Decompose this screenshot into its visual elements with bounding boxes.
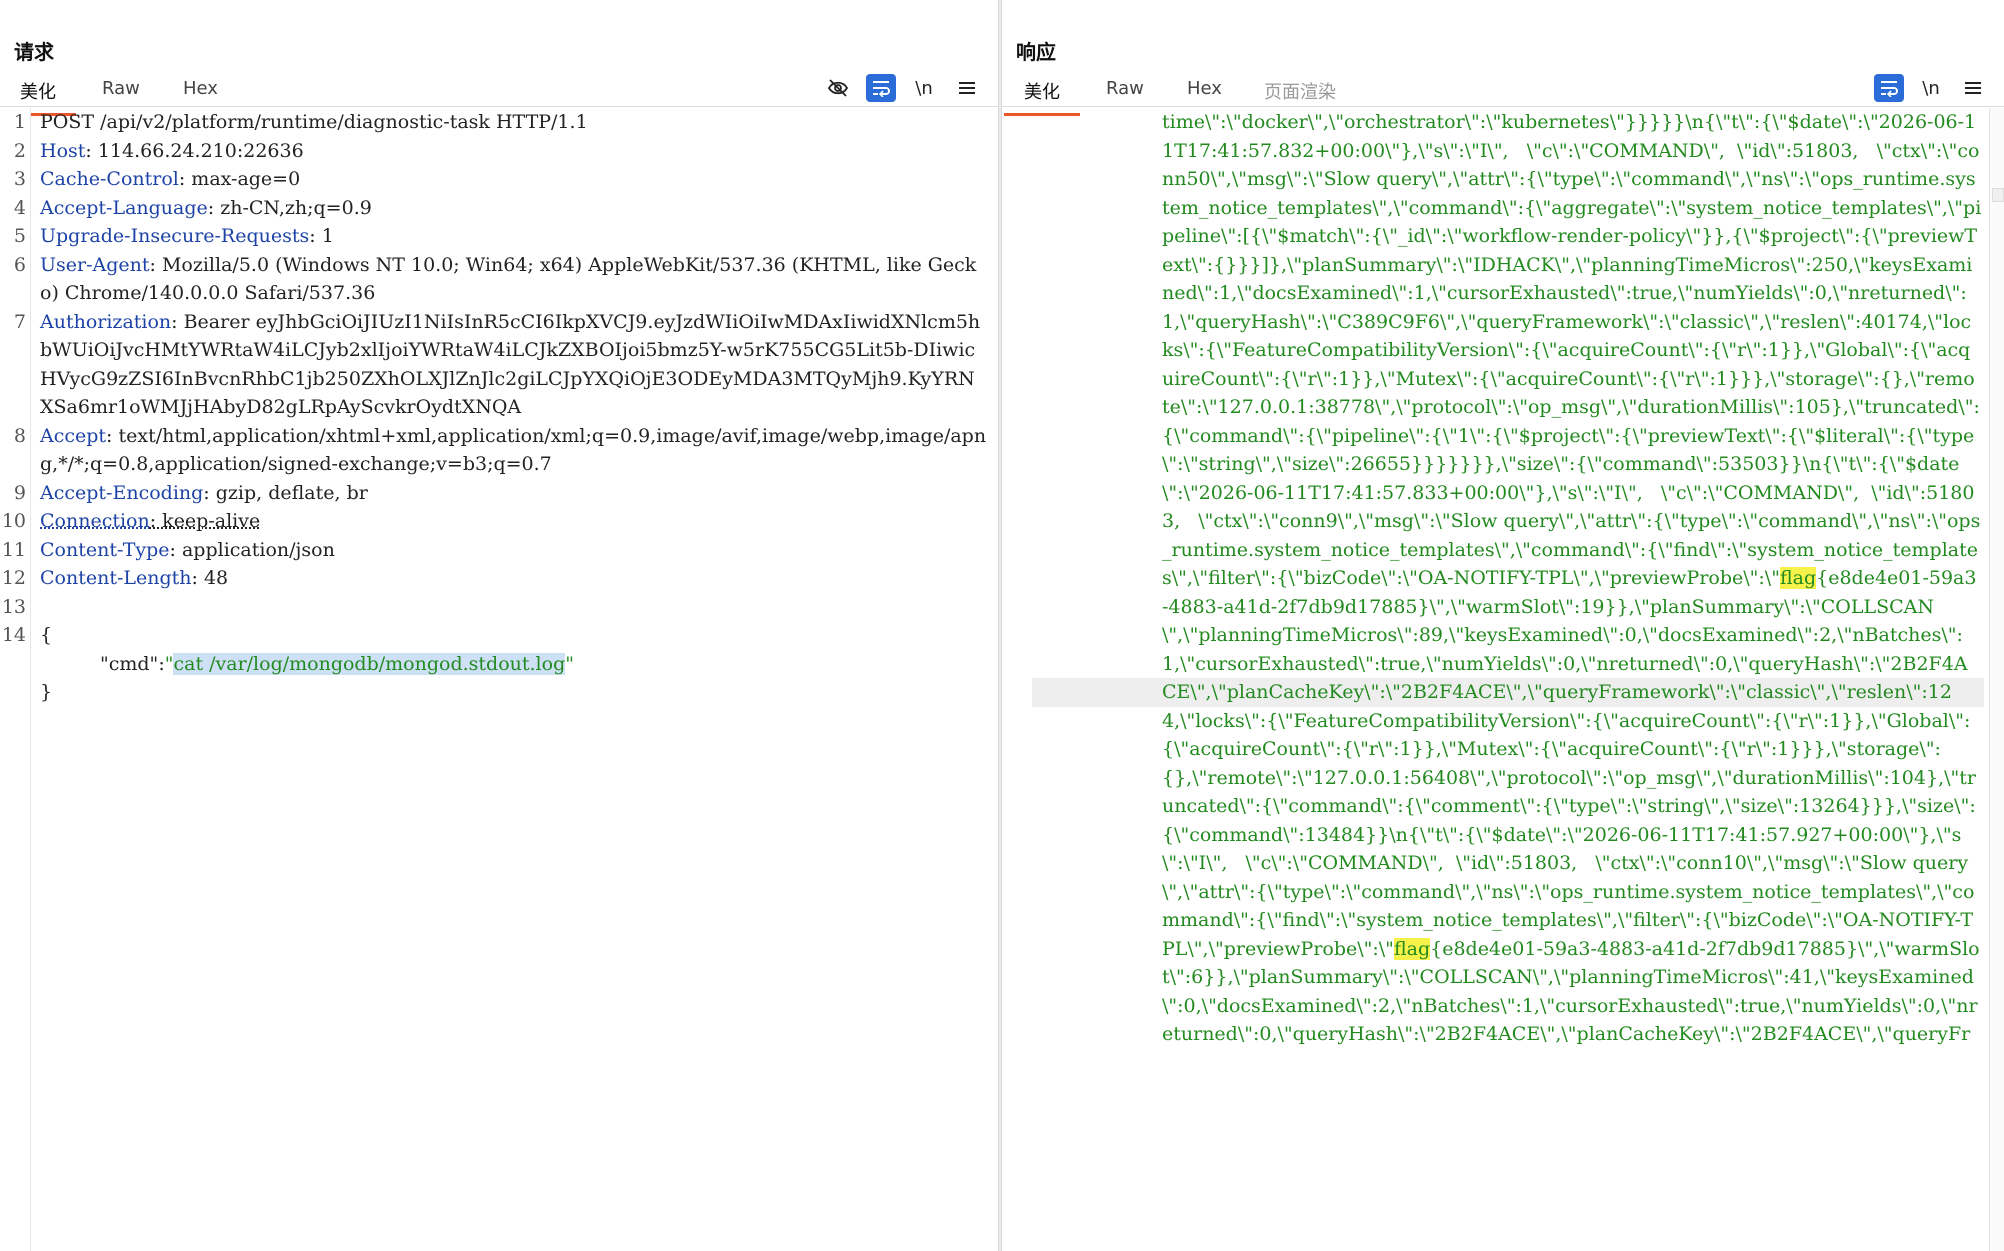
code-line: 1 POST /api/v2/platform/runtime/diagnosti… bbox=[13, 111, 588, 133]
menu-icon[interactable] bbox=[1958, 74, 1988, 102]
code-line: 14{ bbox=[1, 624, 53, 646]
code-line: 5 Upgrade-Insecure-Requests: 1 bbox=[13, 225, 334, 247]
code-line: 7 Authorization: Bearer eyJhbGciOiJIUzI1N… bbox=[13, 310, 981, 419]
tab-raw[interactable]: Raw bbox=[102, 78, 140, 107]
flag-highlight: flag bbox=[1779, 567, 1817, 589]
newline-icon[interactable]: \n bbox=[1916, 74, 1946, 102]
tab-pretty[interactable]: 美化 bbox=[0, 78, 76, 116]
tab-hex[interactable]: Hex bbox=[1187, 78, 1222, 107]
code-line: 8 Accept: text/html,application/xhtml+xml… bbox=[13, 424, 987, 476]
code-line: } bbox=[40, 681, 53, 703]
newline-icon[interactable]: \n bbox=[909, 74, 939, 102]
scrollbar-thumb[interactable] bbox=[1992, 188, 2004, 202]
eye-off-icon[interactable] bbox=[823, 74, 853, 102]
code-line: 4 Accept-Language: zh-CN,zh;q=0.9 bbox=[13, 196, 372, 219]
newline-label: \n bbox=[1922, 77, 1940, 99]
request-pane: 请求 美化 Raw Hex \n 1 POST /api/v2/platform/… bbox=[0, 0, 998, 1251]
selected-command[interactable]: cat /var/log/mongodb/mongod.stdout.log bbox=[173, 652, 566, 675]
tab-pretty[interactable]: 美化 bbox=[1004, 78, 1080, 116]
code-line: 12 Content-Length: 48 bbox=[1, 567, 229, 589]
vertical-scrollbar[interactable] bbox=[1989, 108, 2004, 1251]
json-body-line: "cmd":"cat /var/log/mongodb/mongod.stdou… bbox=[100, 652, 574, 675]
code-line: 9 Accept-Encoding: gzip, deflate, br bbox=[13, 481, 368, 504]
request-editor[interactable]: 1 POST /api/v2/platform/runtime/diagnosti… bbox=[0, 108, 998, 1251]
code-line: 3 Cache-Control: max-age=0 bbox=[13, 168, 301, 190]
response-title: 响应 bbox=[1016, 40, 1056, 64]
menu-icon[interactable] bbox=[952, 74, 982, 102]
code-line: 13 bbox=[1, 595, 26, 618]
newline-label: \n bbox=[915, 77, 933, 99]
flag-highlight: flag bbox=[1393, 937, 1431, 960]
response-editor[interactable]: time\":\"docker\",\"orchestrator\":\"kub… bbox=[1002, 108, 2004, 1251]
tab-hex[interactable]: Hex bbox=[183, 78, 218, 107]
request-code: 1 POST /api/v2/platform/runtime/diagnosti… bbox=[0, 108, 998, 707]
tab-raw[interactable]: Raw bbox=[1106, 78, 1144, 107]
code-line: 10 Connection: keep-alive bbox=[1, 510, 261, 532]
request-title: 请求 bbox=[14, 40, 54, 64]
code-line: 11 Content-Type: application/json bbox=[1, 538, 335, 561]
wrap-icon[interactable] bbox=[866, 74, 896, 102]
wrap-icon[interactable] bbox=[1874, 74, 1904, 102]
code-line: 6 User-Agent: Mozilla/5.0 (Windows NT 10.… bbox=[13, 253, 977, 305]
response-pane: 响应 美化 Raw Hex 页面渲染 \n time\":\"docker\",… bbox=[1002, 0, 2004, 1251]
response-tabs: 美化 Raw Hex 页面渲染 bbox=[1002, 74, 2004, 116]
tab-render[interactable]: 页面渲染 bbox=[1264, 78, 1336, 112]
response-body: time\":\"docker\",\"orchestrator\":\"kub… bbox=[1162, 111, 1982, 1045]
code-line: 2 Host: 114.66.24.210:22636 bbox=[13, 139, 304, 162]
